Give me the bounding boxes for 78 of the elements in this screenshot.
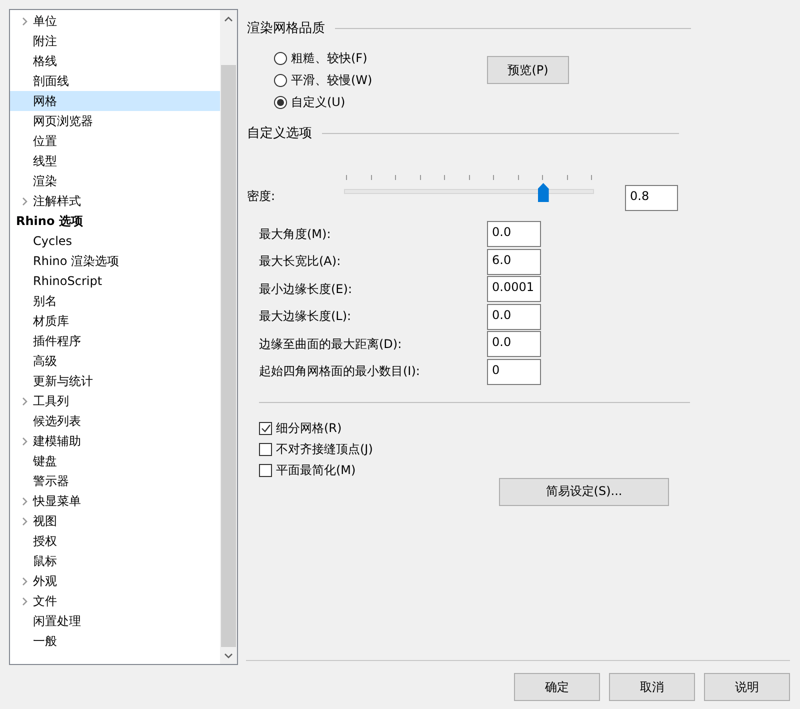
input-field[interactable]: 0.0: [487, 331, 541, 358]
chevron-right-icon[interactable]: [22, 16, 28, 26]
simple-settings-button[interactable]: 简易设定(S)...: [499, 478, 669, 506]
dialog-button[interactable]: 说明: [704, 673, 790, 701]
chevron-right-icon[interactable]: [22, 576, 28, 586]
tree-item[interactable]: 键盘: [10, 451, 220, 471]
chevron-right-icon[interactable]: [22, 436, 28, 446]
tree-item[interactable]: 剖面线: [10, 71, 220, 91]
tree-item[interactable]: 插件程序: [10, 331, 220, 351]
tree-item[interactable]: 格线: [10, 51, 220, 71]
tree-item[interactable]: 别名: [10, 291, 220, 311]
checkbox[interactable]: [259, 464, 272, 478]
field-label: 最大边缘长度(L):: [258, 308, 352, 326]
input-field[interactable]: 0.0: [487, 304, 541, 330]
tree-item[interactable]: 材质库: [10, 311, 220, 331]
density-field[interactable]: 0.8: [625, 185, 678, 211]
tree-item[interactable]: Rhino 选项: [10, 211, 220, 231]
tree-item[interactable]: 闲置处理: [10, 611, 220, 631]
tree-item[interactable]: Rhino 渲染选项: [10, 251, 220, 271]
tree-item[interactable]: 文件: [10, 591, 220, 611]
scroll-down-icon[interactable]: [224, 652, 233, 658]
field-label: 最小边缘长度(E):: [258, 280, 353, 298]
scrollbar[interactable]: [220, 10, 237, 664]
tree-item[interactable]: 视图: [10, 511, 220, 531]
tree-item[interactable]: 更新与统计: [10, 371, 220, 391]
tree-item[interactable]: 快显菜单: [10, 491, 220, 511]
tree-item[interactable]: 位置: [10, 131, 220, 151]
field-label: 边缘至曲面的最大距离(D):: [258, 336, 403, 353]
tree-item[interactable]: 单位: [10, 11, 220, 31]
group-title: 渲染网格品质: [247, 20, 325, 37]
checkbox[interactable]: [259, 422, 272, 436]
field-label: 起始四角网格面的最小数目(I):: [258, 363, 421, 380]
dialog-button[interactable]: 确定: [514, 673, 600, 701]
tree-item[interactable]: 候选列表: [10, 411, 220, 431]
tree-item[interactable]: 高级: [10, 351, 220, 371]
input-field[interactable]: 0.0001: [487, 276, 541, 302]
chevron-right-icon[interactable]: [22, 396, 28, 406]
tree-item[interactable]: 线型: [10, 151, 220, 171]
field-label: 最大长宽比(A):: [258, 253, 342, 270]
scroll-up-icon[interactable]: [224, 16, 233, 22]
tree-item[interactable]: 附注: [10, 31, 220, 51]
radio-button[interactable]: [274, 96, 287, 108]
radio-option[interactable]: 粗糙、较快(F): [274, 49, 487, 67]
dialog-button[interactable]: 取消: [609, 673, 695, 701]
checkbox-option[interactable]: 细分网格(R): [259, 420, 790, 437]
preview-button[interactable]: 预览(P): [487, 56, 569, 84]
group-title: 自定义选项: [247, 125, 312, 142]
tree-item[interactable]: Cycles: [10, 231, 220, 251]
tree-item[interactable]: 建模辅助: [10, 431, 220, 451]
input-field[interactable]: 0: [487, 358, 541, 385]
tree-item[interactable]: 授权: [10, 531, 220, 551]
input-field[interactable]: 6.0: [487, 248, 541, 275]
field-label: 最大角度(M):: [258, 226, 332, 242]
checkbox-option[interactable]: 平面最简化(M): [259, 462, 790, 479]
tree-item[interactable]: 网格: [10, 91, 220, 111]
chevron-right-icon[interactable]: [22, 496, 28, 506]
input-field[interactable]: 0.0: [487, 221, 541, 247]
chevron-right-icon[interactable]: [22, 596, 28, 606]
density-label: 密度:: [247, 188, 276, 205]
checkbox-option[interactable]: 不对齐接缝顶点(J): [259, 442, 790, 458]
tree-item[interactable]: 警示器: [10, 471, 220, 491]
radio-option[interactable]: 自定义(U): [274, 93, 487, 111]
tree-item[interactable]: RhinoScript: [10, 271, 220, 291]
tree-item[interactable]: 外观: [10, 571, 220, 591]
tree-item[interactable]: 鼠标: [10, 551, 220, 571]
radio-option[interactable]: 平滑、较慢(W): [274, 71, 487, 89]
chevron-right-icon[interactable]: [22, 196, 28, 206]
chevron-right-icon[interactable]: [22, 516, 28, 526]
slider-thumb[interactable]: [538, 183, 549, 202]
tree-item[interactable]: 注解样式: [10, 191, 220, 211]
radio-button[interactable]: [274, 52, 287, 64]
tree-item[interactable]: 渲染: [10, 171, 220, 191]
radio-button[interactable]: [274, 74, 287, 86]
tree-item[interactable]: 网页浏览器: [10, 111, 220, 131]
tree-item[interactable]: 一般: [10, 631, 220, 651]
density-slider[interactable]: [344, 175, 594, 205]
tree-item[interactable]: 工具列: [10, 391, 220, 411]
checkbox[interactable]: [259, 443, 272, 456]
